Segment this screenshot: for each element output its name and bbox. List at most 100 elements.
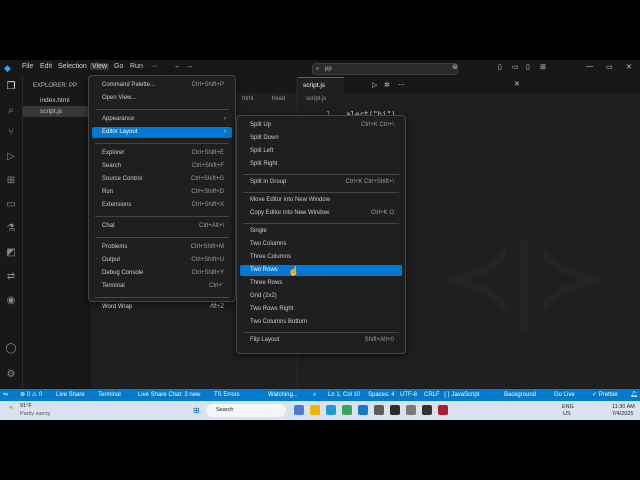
forward-arrow-icon[interactable]: → (186, 63, 193, 70)
customize-layout-icon[interactable]: ⊞ (540, 63, 546, 71)
go-live-button[interactable]: Go Live (554, 390, 575, 400)
run-debug-icon[interactable]: ▷ (5, 151, 17, 163)
maximize-button[interactable]: ▭ (606, 63, 613, 71)
toggle-panel-icon[interactable]: ▭ (512, 63, 519, 71)
menu-item-word-wrap[interactable]: Word Wrap Alt+Z (92, 302, 232, 313)
menu-item-output[interactable]: Output Ctrl+Shift+U (92, 255, 232, 266)
weather-icon[interactable]: ☀ (8, 404, 14, 412)
breadcrumb-script-js[interactable]: script.js (306, 96, 326, 102)
breadcrumb-head[interactable]: head (272, 96, 285, 102)
menu-file[interactable]: File (22, 63, 33, 70)
taskbar-search[interactable]: Search (206, 404, 286, 417)
language-mode[interactable]: { } JavaScript (444, 390, 479, 400)
settings-gear-icon[interactable]: ⚙ (5, 369, 17, 381)
file-item-script-js[interactable]: script.js (23, 106, 91, 117)
menu-item-problems[interactable]: Problems Ctrl+Shift+M (92, 242, 232, 253)
remote-indicator-icon[interactable]: ⇋ (3, 390, 8, 400)
weather-temp[interactable]: 91°F (20, 403, 32, 409)
notifications-bell-icon[interactable]: 🔔︎ (630, 390, 638, 400)
app-icon[interactable] (390, 405, 400, 415)
windows-start-icon[interactable]: ⊞ (193, 406, 200, 415)
ts-errors-status[interactable]: TS Errors (214, 390, 240, 400)
app-icon[interactable] (374, 405, 384, 415)
live-share-chat-status[interactable]: Live Share Chat: 3 new (138, 390, 200, 400)
run-icon[interactable]: ▷ (372, 81, 377, 89)
close-icon[interactable]: ✕ (514, 80, 520, 88)
command-center-search[interactable]: ⌕ pp (312, 63, 458, 75)
tab-script-js[interactable]: script.js (298, 77, 344, 93)
live-share-icon[interactable]: ⇄ (5, 271, 17, 283)
minimize-button[interactable]: — (586, 63, 593, 70)
app-icon[interactable] (438, 405, 448, 415)
menu-more[interactable]: ··· (151, 63, 158, 70)
live-share-status[interactable]: Live Share (56, 390, 85, 400)
watching-status[interactable]: Watching... (268, 390, 298, 400)
menu-item-appearance[interactable]: Appearance › (92, 114, 232, 125)
menu-item-run[interactable]: Run Ctrl+Shift+D (92, 187, 232, 198)
menu-item-two-rows-right[interactable]: Two Rows Right (240, 304, 402, 315)
search-icon[interactable]: ⌕ (5, 105, 17, 117)
toggle-secondary-sidebar-icon[interactable]: ▯ (526, 63, 530, 71)
back-arrow-icon[interactable]: ← (174, 63, 181, 70)
menu-item-source-control[interactable]: Source Control Ctrl+Shift+G (92, 174, 232, 185)
menu-run[interactable]: Run (130, 63, 143, 70)
more-actions-icon[interactable]: ⋯ (398, 81, 405, 89)
menu-edit[interactable]: Edit (40, 63, 52, 70)
zoom-icon[interactable]: ⌕ (313, 390, 316, 400)
cursor-position[interactable]: Ln 1, Col 10 (328, 390, 360, 400)
breadcrumb-html[interactable]: html (242, 96, 253, 102)
menu-item-flip-layout[interactable]: Flip Layout Shift+Alt+0 (240, 335, 402, 346)
menu-item-editor-layout[interactable]: Editor Layout › (92, 127, 232, 138)
clock-time[interactable]: 11:30 AM (612, 404, 635, 410)
menu-item-three-columns[interactable]: Three Columns (240, 252, 402, 263)
menu-item-copy-editor-into-new-window[interactable]: Copy Editor into New Window Ctrl+K O (240, 208, 402, 219)
menu-item-move-editor-into-new-window[interactable]: Move Editor into New Window (240, 195, 402, 206)
close-window-button[interactable]: ✕ (626, 63, 632, 71)
encoding-status[interactable]: UTF-8 (400, 390, 417, 400)
file-explorer-icon[interactable] (310, 405, 320, 415)
menu-item-open-view[interactable]: Open View... (92, 93, 232, 104)
git-graph-icon[interactable]: ◉ (5, 295, 17, 307)
menu-item-explorer[interactable]: Explorer Ctrl+Shift+E (92, 148, 232, 159)
terminal-status[interactable]: Terminal (98, 390, 121, 400)
app-icon[interactable] (422, 405, 432, 415)
menu-item-split-down[interactable]: Split Down (240, 133, 402, 144)
toggle-sidebar-icon[interactable]: ▯ (498, 63, 502, 71)
menu-item-two-columns-bottom[interactable]: Two Columns Bottom (240, 317, 402, 328)
chrome-icon[interactable] (342, 405, 352, 415)
menu-item-split-left[interactable]: Split Left (240, 146, 402, 157)
menu-selection[interactable]: Selection (58, 63, 87, 70)
menu-item-command-palette[interactable]: Command Palette... Ctrl+Shift+P (92, 80, 232, 91)
menu-item-two-columns[interactable]: Two Columns (240, 239, 402, 250)
menu-item-chat[interactable]: Chat Ctrl+Alt+I (92, 221, 232, 232)
menu-item-split-in-group[interactable]: Split in Group Ctrl+K Ctrl+Shift+\ (240, 177, 402, 188)
menu-item-split-up[interactable]: Split Up Ctrl+K Ctrl+\ (240, 120, 402, 131)
account-icon[interactable]: ◯ (5, 343, 17, 355)
menu-item-single[interactable]: Single (240, 226, 402, 237)
debug-icon[interactable]: ✲ (384, 81, 390, 89)
extensions-icon[interactable]: ⊞ (5, 175, 17, 187)
menu-go[interactable]: Go (114, 63, 123, 70)
vscode-taskbar-icon[interactable] (358, 405, 368, 415)
menu-item-split-right[interactable]: Split Right (240, 159, 402, 170)
remote-explorer-icon[interactable]: ▭ (5, 199, 17, 211)
menu-item-terminal[interactable]: Terminal Ctrl+` (92, 281, 232, 292)
menu-item-debug-console[interactable]: Debug Console Ctrl+Shift+Y (92, 268, 232, 279)
background-status[interactable]: Background (504, 390, 536, 400)
problems-status[interactable]: ⊗ 0 ⚠ 0 (20, 390, 42, 400)
indentation-status[interactable]: Spaces: 4 (368, 390, 395, 400)
language-indicator[interactable]: ENG (562, 404, 574, 410)
file-item-index-html[interactable]: index.html (23, 95, 91, 106)
edge-icon[interactable] (326, 405, 336, 415)
app-icon[interactable] (406, 405, 416, 415)
copilot-icon[interactable]: ⊜ (452, 63, 458, 71)
source-control-icon[interactable]: ⑂ (5, 127, 17, 139)
testing-icon[interactable]: ⚗ (5, 223, 17, 235)
menu-item-search[interactable]: Search Ctrl+Shift+F (92, 161, 232, 172)
menu-item-two-rows[interactable]: Two Rows (240, 265, 402, 276)
menu-item-extensions[interactable]: Extensions Ctrl+Shift+X (92, 200, 232, 211)
menu-view[interactable]: View (90, 63, 110, 70)
task-view-icon[interactable] (294, 405, 304, 415)
docker-icon[interactable]: ◩ (5, 247, 17, 259)
explorer-icon[interactable]: ❐ (5, 81, 17, 93)
